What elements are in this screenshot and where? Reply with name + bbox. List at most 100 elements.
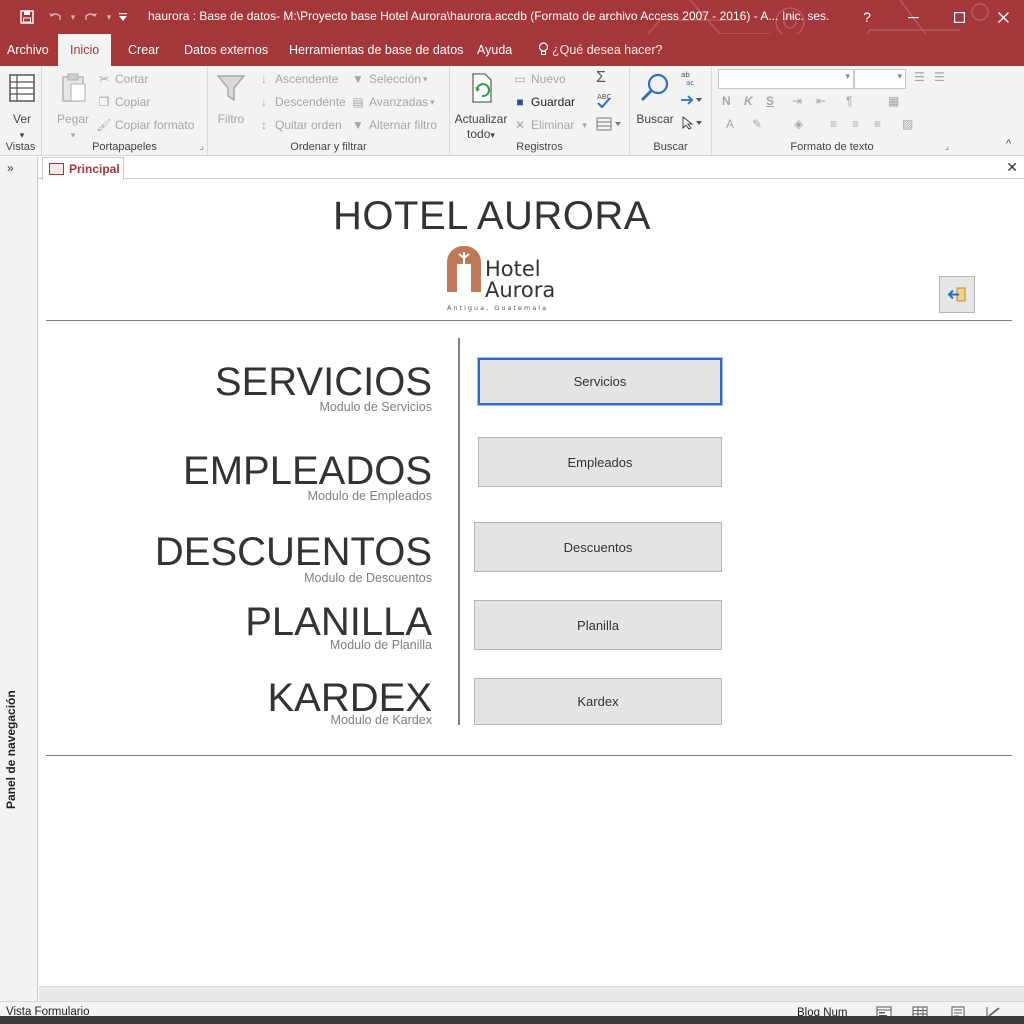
ordenar-group-label: Ordenar y filtrar	[290, 141, 367, 153]
collapse-ribbon-icon[interactable]: ^	[1006, 138, 1011, 150]
numbering-icon[interactable]: ☰	[934, 70, 945, 84]
help-button[interactable]: ?	[844, 0, 890, 34]
italic-button[interactable]: K	[744, 94, 753, 108]
copiar-formato-button[interactable]: 🖌 Copiar formato	[96, 117, 194, 133]
bullets-icon[interactable]: ☰	[914, 70, 925, 84]
buscar-button[interactable]: Buscar	[634, 72, 676, 127]
cortar-label: Cortar	[115, 72, 149, 86]
exit-door-icon	[947, 287, 966, 302]
expand-nav-icon[interactable]: »	[7, 161, 14, 175]
portapapeles-group-label: Portapapeles	[92, 141, 157, 153]
advanced-filter-icon: ▤	[352, 95, 364, 109]
save-icon[interactable]	[16, 8, 38, 26]
lightbulb-icon	[538, 42, 549, 55]
font-size-select[interactable]: ▾	[854, 69, 906, 89]
background-color-icon[interactable]: ◈	[794, 117, 803, 131]
title-bar: ▾ ▾ haurora : Base de datos- M:\Proyecto…	[0, 0, 1024, 68]
guardar-button[interactable]: ■ Guardar	[512, 94, 575, 110]
cortar-button[interactable]: ✂ Cortar	[96, 71, 148, 87]
increase-indent-icon[interactable]: ⇥	[792, 94, 802, 108]
avanzadas-button[interactable]: ▤ Avanzadas ▾	[350, 94, 434, 110]
tell-me-search[interactable]: ¿Qué desea hacer?	[538, 34, 663, 66]
bold-button[interactable]: N	[722, 94, 731, 108]
descuentos-button[interactable]: Descuentos	[474, 522, 722, 572]
actualizar-todo-button[interactable]: Actualizar todo▾	[452, 72, 510, 143]
guardar-label: Guardar	[531, 95, 576, 109]
close-icon[interactable]	[980, 0, 1024, 34]
alternar-filtro-button[interactable]: ▼ Alternar filtro	[350, 117, 437, 133]
logo-tagline: Antigua, Guatemala	[447, 304, 548, 312]
nuevo-button[interactable]: ▭ Nuevo	[512, 71, 566, 87]
kardex-button[interactable]: Kardex	[474, 678, 722, 725]
align-left-icon[interactable]: ≡	[830, 117, 837, 131]
customize-toolbar-icon[interactable]	[112, 8, 134, 26]
horizontal-scrollbar[interactable]	[39, 986, 1024, 1001]
tab-herramientas[interactable]: Herramientas de base de datos	[285, 34, 467, 66]
replace-icon[interactable]: ab ac	[680, 70, 696, 86]
servicios-button[interactable]: Servicios	[477, 357, 723, 406]
formato-launcher-icon[interactable]: ⌟	[945, 141, 949, 152]
tab-crear[interactable]: Crear	[124, 34, 163, 66]
tab-ayuda[interactable]: Ayuda	[473, 34, 516, 66]
module-subtitle-descuentos: Modulo de Descuentos	[304, 571, 432, 585]
more-records-icon[interactable]	[596, 117, 622, 131]
group-vistas: Ver ▾ Vistas	[0, 66, 42, 156]
align-right-icon[interactable]: ≡	[874, 117, 881, 131]
tab-datos-externos[interactable]: Datos externos	[180, 34, 272, 66]
navigation-pane[interactable]: » Panel de navegación	[0, 157, 38, 1001]
font-color-button[interactable]: A	[726, 117, 734, 131]
paragraph-direction-icon[interactable]: ¶	[846, 94, 852, 108]
pegar-button[interactable]: Pegar ▾	[54, 72, 92, 143]
group-ordenar-filtrar: Filtro ↓ Ascendente ↓ Descendente ↕ Quitar …	[208, 66, 450, 156]
sort-ascending-icon: ↓	[261, 72, 267, 86]
eliminar-button[interactable]: ✕ Eliminar ▾	[512, 117, 587, 133]
nav-pane-label[interactable]: Panel de navegación	[4, 609, 18, 809]
select-icon[interactable]	[680, 116, 704, 130]
highlight-icon[interactable]: ✎	[752, 117, 762, 131]
copiar-button[interactable]: ❐ Copiar	[96, 94, 151, 110]
toggle-filter-icon: ▼	[352, 118, 364, 132]
module-title-servicios: SERVICIOS	[214, 360, 432, 404]
gridlines-icon[interactable]: ▦	[888, 94, 899, 108]
refresh-all-icon	[472, 73, 492, 103]
copy-icon: ❐	[98, 95, 110, 109]
align-center-icon[interactable]: ≡	[852, 117, 859, 131]
descendente-button[interactable]: ↓ Descendente	[256, 94, 346, 110]
underline-button[interactable]: S	[766, 94, 774, 108]
spelling-icon[interactable]: ABC	[596, 92, 612, 110]
planilla-button[interactable]: Planilla	[474, 600, 722, 650]
empleados-button[interactable]: Empleados	[478, 437, 722, 487]
font-dropdown-icon: ▾	[845, 71, 850, 81]
clear-sort-icon: ↕	[261, 118, 267, 132]
registros-group-label: Registros	[516, 141, 563, 153]
close-document-icon[interactable]: ✕	[1006, 159, 1018, 176]
alternate-row-color-icon[interactable]: ▨	[902, 117, 913, 131]
copiar-label: Copiar	[115, 95, 151, 109]
nuevo-label: Nuevo	[531, 72, 566, 86]
hotel-logo: Hotel Aurora Antigua, Guatemala	[447, 246, 555, 312]
goto-icon[interactable]	[680, 94, 704, 106]
maximize-icon[interactable]	[936, 0, 982, 34]
center-divider	[458, 338, 460, 725]
font-name-select[interactable]: ▾	[718, 69, 854, 89]
tab-archivo[interactable]: Archivo	[3, 34, 53, 66]
main-form: HOTEL AURORA Hotel Aurora Antigua, Guate…	[39, 180, 1024, 986]
decrease-indent-icon[interactable]: ⇤	[816, 94, 826, 108]
exit-button[interactable]	[939, 276, 975, 313]
tab-principal[interactable]: Principal	[42, 157, 124, 180]
minimize-icon[interactable]	[890, 0, 936, 34]
view-icon	[9, 74, 35, 102]
eliminar-dropdown-icon: ▾	[582, 119, 587, 130]
totals-icon[interactable]: Σ	[596, 69, 606, 87]
sign-in-link[interactable]: Inic. ses.	[782, 9, 829, 23]
seleccion-button[interactable]: ▼ Selección ▾	[350, 71, 428, 87]
filtro-button[interactable]: Filtro	[214, 72, 248, 127]
ver-button[interactable]: Ver ▾	[4, 72, 40, 143]
ascendente-button[interactable]: ↓ Ascendente	[256, 71, 338, 87]
avanzadas-label: Avanzadas	[369, 95, 429, 109]
tab-inicio[interactable]: Inicio	[58, 34, 112, 66]
module-title-kardex: KARDEX	[267, 676, 433, 720]
quitar-orden-button[interactable]: ↕ Quitar orden	[256, 117, 342, 133]
portapapeles-launcher-icon[interactable]: ⌟	[200, 141, 204, 152]
group-portapapeles: Pegar ▾ ✂ Cortar ❐ Copiar 🖌 Copiar formato P…	[42, 66, 208, 156]
